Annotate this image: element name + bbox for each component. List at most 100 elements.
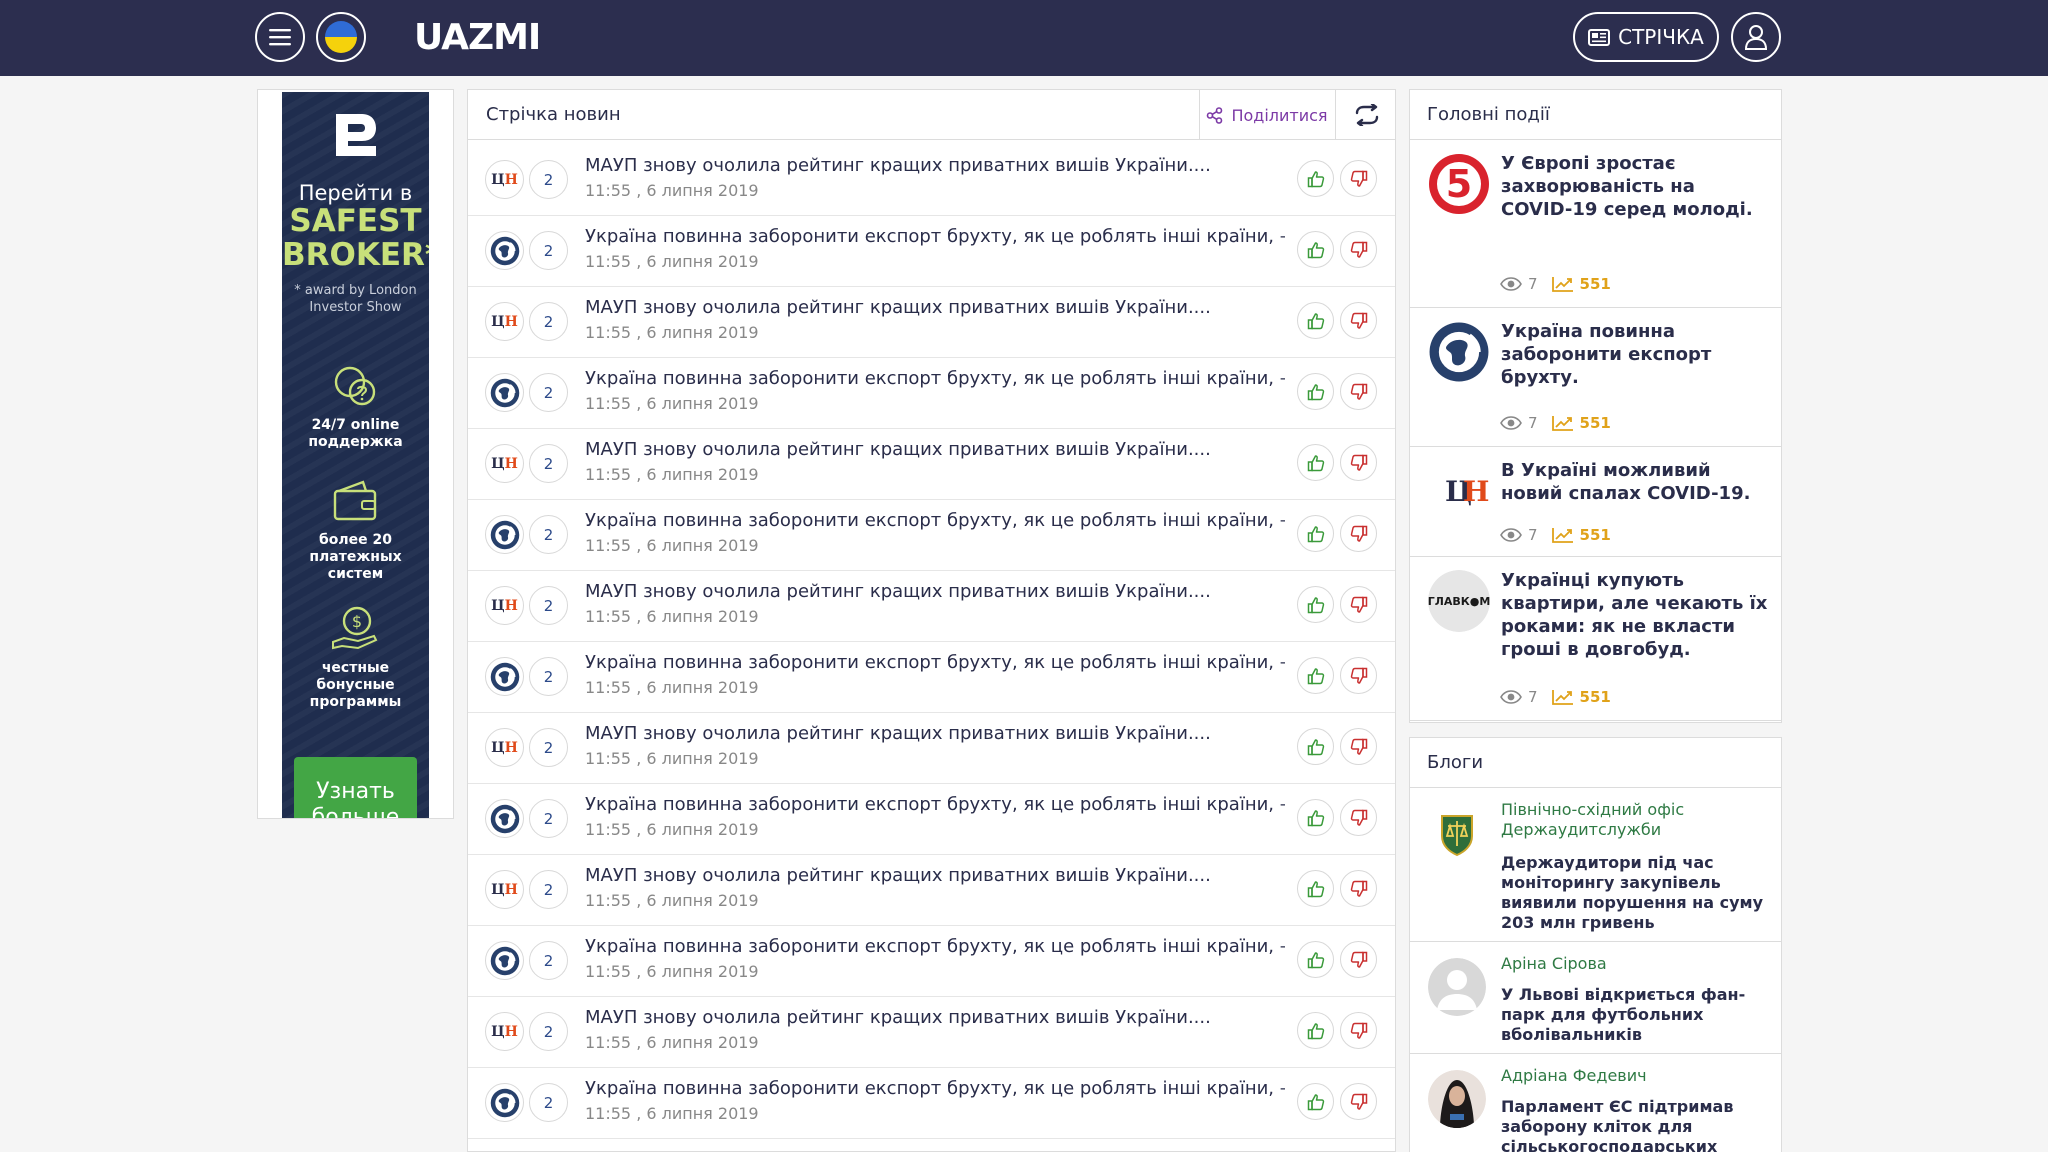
ad-cta-button[interactable]: Узнать больше: [294, 757, 417, 818]
like-button[interactable]: [1297, 799, 1334, 836]
blog-author[interactable]: Північно-східний офіс Держаудитслужби: [1501, 800, 1771, 840]
news-row[interactable]: 2 Україна повинна заборонити експорт брух…: [468, 784, 1395, 855]
news-headline[interactable]: МАУП знову очолила рейтинг кращих приват…: [585, 1007, 1285, 1028]
news-headline[interactable]: Україна повинна заборонити експорт брухт…: [585, 1078, 1285, 1099]
globe-source-logo[interactable]: [485, 373, 524, 412]
globe-source-logo[interactable]: [485, 799, 524, 838]
like-button[interactable]: [1297, 728, 1334, 765]
like-button[interactable]: [1297, 515, 1334, 552]
site-logo[interactable]: UAZMI: [414, 14, 541, 60]
news-row[interactable]: Ц Н 2 МАУП знову очолила рейтинг кращих при…: [468, 287, 1395, 358]
globe-source-logo[interactable]: [485, 1083, 524, 1122]
dislike-button[interactable]: [1340, 231, 1377, 268]
news-headline[interactable]: МАУП знову очолила рейтинг кращих приват…: [585, 723, 1285, 744]
blog-title[interactable]: У Львові відкриється фан-парк для футбол…: [1501, 985, 1771, 1045]
main-event-title[interactable]: В Україні можливий новий спалах COVID-19…: [1501, 459, 1771, 505]
source-count-badge[interactable]: 2: [529, 302, 568, 341]
news-row[interactable]: 2 Україна повинна заборонити експорт брух…: [468, 216, 1395, 287]
blog-title[interactable]: Парламент ЄС підтримав заборону кліток д…: [1501, 1097, 1771, 1152]
dislike-button[interactable]: [1340, 870, 1377, 907]
news-row[interactable]: 2 Україна повинна заборонити експорт брух…: [468, 926, 1395, 997]
news-headline[interactable]: МАУП знову очолила рейтинг кращих приват…: [585, 581, 1285, 602]
cn-source-logo[interactable]: ЦН: [485, 160, 524, 199]
blog-title[interactable]: Держаудитори під час моніторингу закупів…: [1501, 853, 1771, 933]
dislike-button[interactable]: [1340, 1083, 1377, 1120]
dislike-button[interactable]: [1340, 799, 1377, 836]
news-headline[interactable]: Україна повинна заборонити експорт брухт…: [585, 794, 1285, 815]
blog-author[interactable]: Адріана Федевич: [1501, 1066, 1771, 1086]
like-button[interactable]: [1297, 870, 1334, 907]
blog-author[interactable]: Аріна Сірова: [1501, 954, 1771, 974]
news-row[interactable]: Ц Н 2 МАУП знову очолила рейтинг кращих при…: [468, 855, 1395, 926]
cn-source-logo[interactable]: ЦН: [485, 870, 524, 909]
news-row[interactable]: Ц Н 2 МАУП знову очолила рейтинг кращих при…: [468, 145, 1395, 216]
refresh-button[interactable]: [1335, 90, 1395, 140]
cn-source-logo[interactable]: ЦН: [485, 586, 524, 625]
news-row[interactable]: 2 Україна повинна заборонити експорт брух…: [468, 500, 1395, 571]
news-row[interactable]: Ц Н 2 МАУП знову очолила рейтинг кращих при…: [468, 997, 1395, 1068]
dislike-button[interactable]: [1340, 302, 1377, 339]
news-headline[interactable]: Україна повинна заборонити експорт брухт…: [585, 226, 1285, 247]
like-button[interactable]: [1297, 657, 1334, 694]
cn-source-logo[interactable]: ЦН: [485, 302, 524, 341]
main-event-item[interactable]: ГЛАВК●М Українці купують квартири, але че…: [1410, 557, 1781, 721]
main-event-item[interactable]: ЦНВ Україні можливий новий спалах COVID-…: [1410, 447, 1781, 557]
main-event-item[interactable]: Україна повинна заборонити експорт брухт…: [1410, 308, 1781, 447]
source-count-badge[interactable]: 2: [529, 1012, 568, 1051]
news-headline[interactable]: Україна повинна заборонити експорт брухт…: [585, 936, 1285, 957]
source-count-badge[interactable]: 2: [529, 515, 568, 554]
news-row[interactable]: Ц Н 2 МАУП знову очолила рейтинг кращих при…: [468, 429, 1395, 500]
news-headline[interactable]: МАУП знову очолила рейтинг кращих приват…: [585, 865, 1285, 886]
cn-source-logo[interactable]: ЦН: [485, 444, 524, 483]
source-count-badge[interactable]: 2: [529, 160, 568, 199]
dislike-button[interactable]: [1340, 586, 1377, 623]
dislike-button[interactable]: [1340, 941, 1377, 978]
like-button[interactable]: [1297, 302, 1334, 339]
news-row[interactable]: Ц Н 2 МАУП знову очолила рейтинг кращих при…: [468, 713, 1395, 784]
like-button[interactable]: [1297, 1083, 1334, 1120]
source-count-badge[interactable]: 2: [529, 231, 568, 270]
globe-source-logo[interactable]: [485, 941, 524, 980]
news-headline[interactable]: Україна повинна заборонити експорт брухт…: [585, 510, 1285, 531]
globe-source-logo[interactable]: [485, 231, 524, 270]
news-headline[interactable]: МАУП знову очолила рейтинг кращих приват…: [585, 155, 1285, 176]
source-count-badge[interactable]: 2: [529, 728, 568, 767]
news-row[interactable]: 2 Україна повинна заборонити експорт брух…: [468, 1068, 1395, 1139]
like-button[interactable]: [1297, 941, 1334, 978]
globe-source-logo[interactable]: [485, 657, 524, 696]
source-count-badge[interactable]: 2: [529, 444, 568, 483]
like-button[interactable]: [1297, 231, 1334, 268]
dislike-button[interactable]: [1340, 373, 1377, 410]
like-button[interactable]: [1297, 586, 1334, 623]
source-count-badge[interactable]: 2: [529, 657, 568, 696]
blog-item[interactable]: Адріана Федевич Парламент ЄС підтримав за…: [1410, 1054, 1781, 1152]
share-button[interactable]: Поділитися: [1199, 90, 1334, 140]
news-row[interactable]: 2 Україна повинна заборонити експорт брух…: [468, 642, 1395, 713]
news-headline[interactable]: МАУП знову очолила рейтинг кращих приват…: [585, 439, 1285, 460]
dislike-button[interactable]: [1340, 728, 1377, 765]
cn-source-logo[interactable]: ЦН: [485, 1012, 524, 1051]
like-button[interactable]: [1297, 160, 1334, 197]
feed-button[interactable]: СТРІЧКА: [1573, 12, 1719, 62]
news-headline[interactable]: Україна повинна заборонити експорт брухт…: [585, 652, 1285, 673]
source-count-badge[interactable]: 2: [529, 799, 568, 838]
like-button[interactable]: [1297, 444, 1334, 481]
globe-source-logo[interactable]: [485, 515, 524, 554]
like-button[interactable]: [1297, 1012, 1334, 1049]
news-row[interactable]: Ц Н 2 МАУП знову очолила рейтинг кращих при…: [468, 571, 1395, 642]
language-button[interactable]: [316, 12, 366, 62]
main-event-title[interactable]: У Європі зростає захворюваність на COVID…: [1501, 152, 1771, 221]
source-count-badge[interactable]: 2: [529, 586, 568, 625]
dislike-button[interactable]: [1340, 657, 1377, 694]
blog-item[interactable]: Аріна Сірова У Львові відкриється фан-пар…: [1410, 942, 1781, 1054]
main-event-item[interactable]: 5 У Європі зростає захворюваність на COVI…: [1410, 140, 1781, 308]
news-row[interactable]: 2 Україна повинна заборонити експорт брух…: [468, 358, 1395, 429]
dislike-button[interactable]: [1340, 515, 1377, 552]
main-event-title[interactable]: Україна повинна заборонити експорт брухт…: [1501, 320, 1771, 389]
source-count-badge[interactable]: 2: [529, 941, 568, 980]
news-headline[interactable]: Україна повинна заборонити експорт брухт…: [585, 368, 1285, 389]
main-event-title[interactable]: Українці купують квартири, але чекають ї…: [1501, 569, 1771, 661]
dislike-button[interactable]: [1340, 444, 1377, 481]
ad-banner[interactable]: Перейти в SAFEST BROKER* * award by Lond…: [282, 92, 429, 818]
cn-source-logo[interactable]: ЦН: [485, 728, 524, 767]
